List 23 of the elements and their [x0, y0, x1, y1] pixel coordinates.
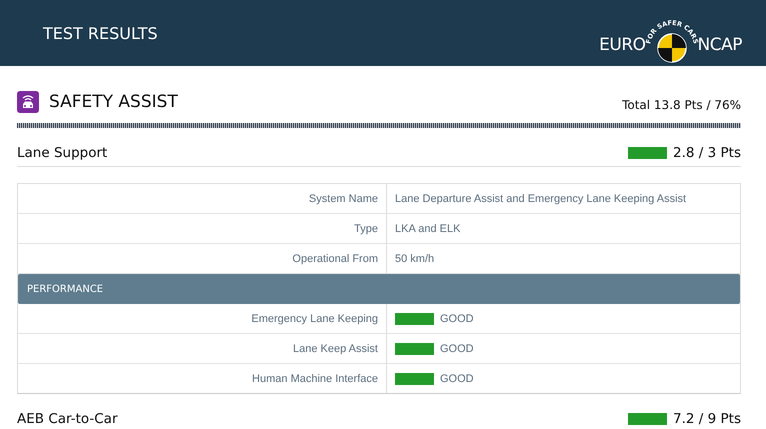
- category-title: Lane Support: [17, 145, 108, 161]
- rating-text: GOOD: [440, 372, 474, 384]
- detail-label: Operational From: [18, 244, 387, 273]
- logo-text: EURO: [599, 35, 646, 55]
- detail-label: System Name: [18, 184, 387, 213]
- detail-label: Type: [18, 214, 387, 243]
- performance-label: Human Machine Interface: [18, 364, 387, 393]
- section-title: SAFETY ASSIST: [49, 92, 178, 112]
- page-title: TEST RESULTS: [43, 24, 158, 42]
- category-score: 2.8 / 3 Pts: [673, 145, 741, 161]
- performance-header: PERFORMANCE: [18, 274, 740, 304]
- detail-value: Lane Departure Assist and Emergency Lane Keeping Assist: [395, 192, 686, 204]
- performance-label: Emergency Lane Keeping: [18, 304, 387, 333]
- category-score: 7.2 / 9 Pts: [673, 411, 741, 427]
- rating-text: GOOD: [440, 342, 474, 354]
- detail-value: LKA and ELK: [395, 222, 460, 234]
- total-score: Total 13.8 Pts / 76%: [622, 97, 741, 112]
- detail-value: 50 km/h: [395, 252, 434, 264]
- category-title: AEB Car-to-Car: [17, 411, 118, 427]
- logo-text: NCAP: [698, 35, 742, 55]
- rating-text: GOOD: [440, 312, 474, 324]
- performance-label: Lane Keep Assist: [18, 334, 387, 363]
- car-signal-icon: [17, 91, 39, 113]
